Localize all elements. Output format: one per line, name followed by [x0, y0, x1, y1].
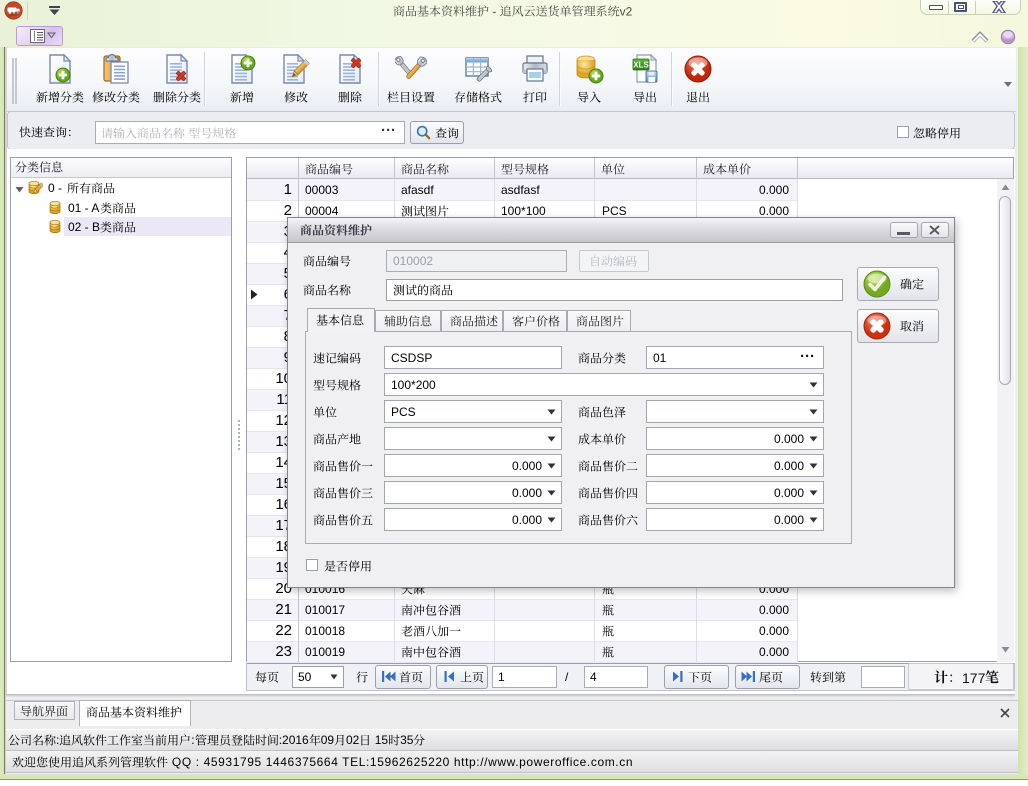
svg-text:XLS: XLS	[633, 61, 649, 70]
